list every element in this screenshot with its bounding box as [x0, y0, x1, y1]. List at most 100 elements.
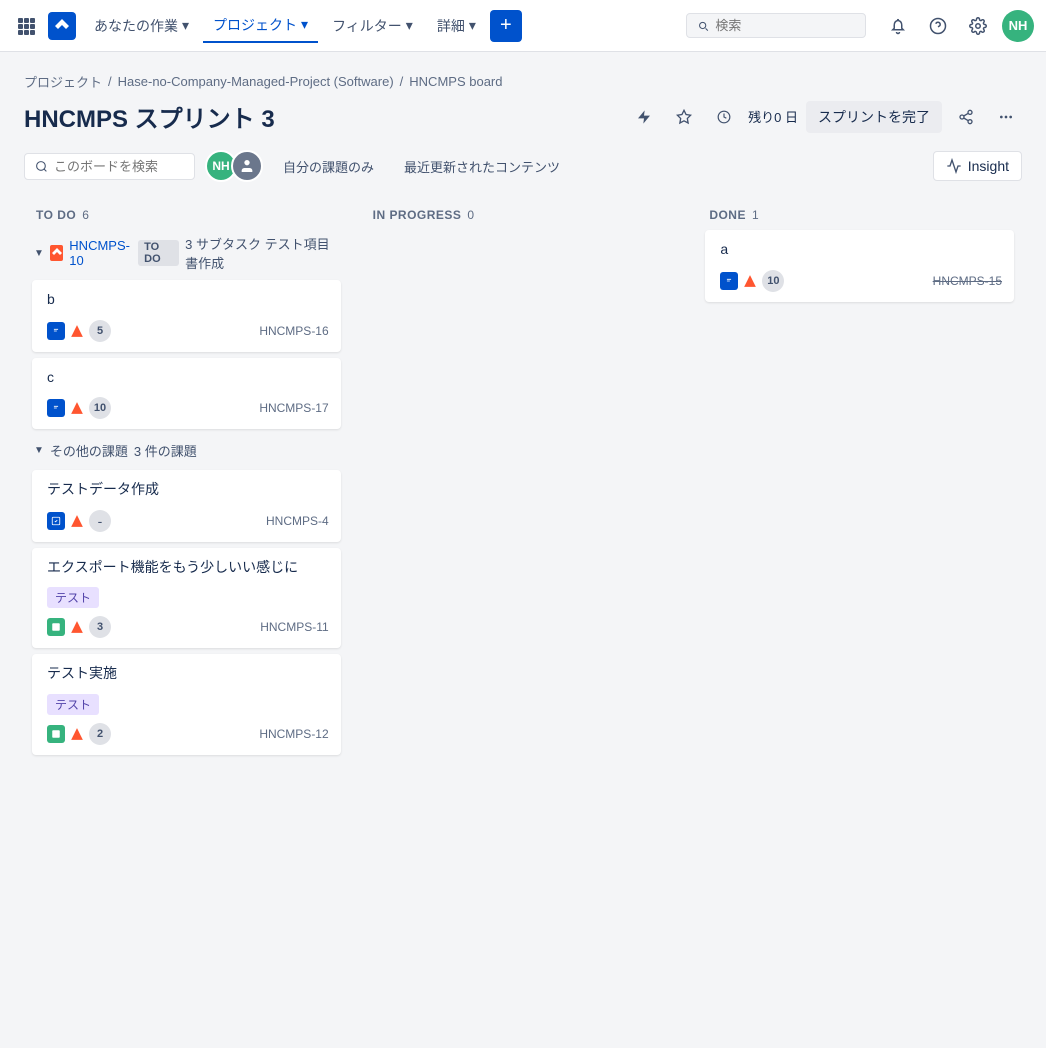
board: TO DO 6 ▼ HNCMPS-10 TO DO 3 サブタスク テスト項目書… — [24, 194, 1022, 769]
card-icons-testdata: - — [47, 510, 111, 532]
nav-details[interactable]: 詳細 ▾ — [427, 10, 486, 42]
search-area — [686, 13, 866, 38]
nav-projects[interactable]: プロジェクト ▾ — [203, 9, 318, 43]
user-avatar[interactable]: NH — [1002, 10, 1034, 42]
story-points-export: 3 — [89, 616, 111, 638]
story-points-dash: - — [89, 510, 111, 532]
insight-icon — [946, 158, 962, 174]
todo-column-header: TO DO 6 — [32, 202, 341, 230]
card-icons-c: 10 — [47, 397, 111, 419]
card-title-testdata: テストデータ作成 — [47, 480, 329, 500]
priority-high-icon-2 — [69, 400, 85, 416]
epic-header[interactable]: ▼ HNCMPS-10 TO DO 3 サブタスク テスト項目書作成 — [32, 230, 341, 276]
jira-logo[interactable] — [48, 12, 76, 40]
days-remaining: 残り0 日 — [748, 107, 798, 126]
card-hncmps-11[interactable]: エクスポート機能をもう少しいい感じに テスト 3 HNCMPS-1 — [32, 548, 341, 649]
nav-filters[interactable]: フィルター ▾ — [322, 10, 423, 42]
avatars-group: NH — [205, 150, 263, 182]
epic-group: ▼ HNCMPS-10 TO DO 3 サブタスク テスト項目書作成 b — [32, 230, 341, 429]
share-button[interactable] — [950, 101, 982, 133]
lightning-button[interactable] — [628, 101, 660, 133]
card-hncmps-12[interactable]: テスト実施 テスト 2 HNCMPS-12 — [32, 654, 341, 755]
card-icons-b: 5 — [47, 320, 111, 342]
other-group: ▼ その他の課題 3 件の課題 テストデータ作成 — [32, 435, 341, 755]
card-icons-testsimulation: 2 — [47, 723, 111, 745]
card-footer-a: 10 HNCMPS-15 — [720, 270, 1002, 292]
in-progress-column-title: IN PROGRESS — [373, 208, 462, 222]
card-hncmps-15[interactable]: a 10 HNCMPS-15 — [705, 230, 1014, 302]
other-group-count: 3 件の課題 — [134, 441, 197, 460]
card-hncmps-4[interactable]: テストデータ作成 - HNCMPS-4 — [32, 470, 341, 542]
nav-your-work[interactable]: あなたの作業 ▾ — [84, 10, 199, 42]
priority-high-icon-done — [742, 273, 758, 289]
card-id-testdata: HNCMPS-4 — [266, 514, 329, 528]
todo-column-title: TO DO — [36, 208, 76, 222]
in-progress-column-count: 0 — [467, 208, 474, 222]
avatar-generic[interactable] — [231, 150, 263, 182]
create-button[interactable]: + — [490, 10, 522, 42]
story-type-icon — [47, 618, 65, 636]
search-input[interactable] — [715, 18, 855, 33]
nav-items: あなたの作業 ▾ プロジェクト ▾ フィルター ▾ 詳細 ▾ + — [84, 9, 678, 43]
breadcrumb-project[interactable]: プロジェクト — [24, 72, 102, 91]
my-issues-button[interactable]: 自分の課題のみ — [273, 151, 384, 182]
tag-testsimulation: テスト — [47, 694, 99, 715]
story-points-a: 10 — [762, 270, 784, 292]
breadcrumb: プロジェクト / Hase-no-Company-Managed-Project… — [24, 72, 1022, 91]
search-box[interactable] — [686, 13, 866, 38]
main-content: プロジェクト / Hase-no-Company-Managed-Project… — [0, 52, 1046, 789]
done-column: DONE 1 a 10 HNCMPS-15 — [697, 194, 1022, 316]
card-icons-a: 10 — [720, 270, 784, 292]
story-type-icon-2 — [47, 725, 65, 743]
subtask-type-icon — [47, 322, 65, 340]
breadcrumb-managed[interactable]: Hase-no-Company-Managed-Project (Softwar… — [118, 74, 394, 89]
help-button[interactable] — [922, 10, 954, 42]
insight-button[interactable]: Insight — [933, 151, 1022, 181]
card-id-b: HNCMPS-16 — [259, 324, 328, 338]
story-points-c: 10 — [89, 397, 111, 419]
task-type-icon — [47, 512, 65, 530]
board-search-input[interactable] — [54, 159, 184, 174]
card-id-a: HNCMPS-15 — [933, 274, 1002, 288]
board-search-box[interactable] — [24, 153, 195, 180]
notifications-button[interactable] — [882, 10, 914, 42]
recent-content-button[interactable]: 最近更新されたコンテンツ — [394, 151, 570, 182]
star-button[interactable] — [668, 101, 700, 133]
card-footer-testdata: - HNCMPS-4 — [47, 510, 329, 532]
page-title: HNCMPS スプリント 3 — [24, 99, 275, 134]
priority-high-icon-5 — [69, 726, 85, 742]
clock-icon — [708, 101, 740, 133]
story-points-b: 5 — [89, 320, 111, 342]
priority-high-icon-4 — [69, 619, 85, 635]
insight-label: Insight — [968, 158, 1009, 174]
in-progress-column-header: IN PROGRESS 0 — [369, 202, 678, 230]
card-title-testsimulation: テスト実施 — [47, 664, 329, 684]
card-footer-c: 10 HNCMPS-17 — [47, 397, 329, 419]
card-title-b: b — [47, 290, 329, 310]
other-group-header[interactable]: ▼ その他の課題 3 件の課題 — [32, 435, 341, 466]
settings-button[interactable] — [962, 10, 994, 42]
card-footer-export: 3 HNCMPS-11 — [47, 616, 329, 638]
story-points-testsimulation: 2 — [89, 723, 111, 745]
in-progress-column: IN PROGRESS 0 — [361, 194, 686, 638]
card-hncmps-16[interactable]: b 5 HNCMPS-16 — [32, 280, 341, 352]
breadcrumb-board[interactable]: HNCMPS board — [409, 74, 502, 89]
card-footer-b: 5 HNCMPS-16 — [47, 320, 329, 342]
epic-icon — [50, 245, 63, 261]
apps-icon[interactable] — [12, 12, 40, 40]
epic-name[interactable]: HNCMPS-10 — [69, 238, 132, 268]
toolbar: NH 自分の課題のみ 最近更新されたコンテンツ — [24, 150, 570, 182]
board-search-icon — [35, 160, 48, 173]
page-header: HNCMPS スプリント 3 残り0 日 スプリントを完了 — [24, 99, 1022, 134]
todo-column: TO DO 6 ▼ HNCMPS-10 TO DO 3 サブタスク テスト項目書… — [24, 194, 349, 769]
card-icons-export: 3 — [47, 616, 111, 638]
card-hncmps-17[interactable]: c 10 HNCMPS-17 — [32, 358, 341, 430]
subtask-type-icon-2 — [47, 399, 65, 417]
more-button[interactable] — [990, 101, 1022, 133]
card-id-testsimulation: HNCMPS-12 — [259, 727, 328, 741]
card-title-a: a — [720, 240, 1002, 260]
priority-high-icon-3 — [69, 513, 85, 529]
other-chevron: ▼ — [34, 445, 44, 456]
header-actions: 残り0 日 スプリントを完了 — [628, 101, 1022, 133]
complete-sprint-button[interactable]: スプリントを完了 — [806, 101, 942, 133]
